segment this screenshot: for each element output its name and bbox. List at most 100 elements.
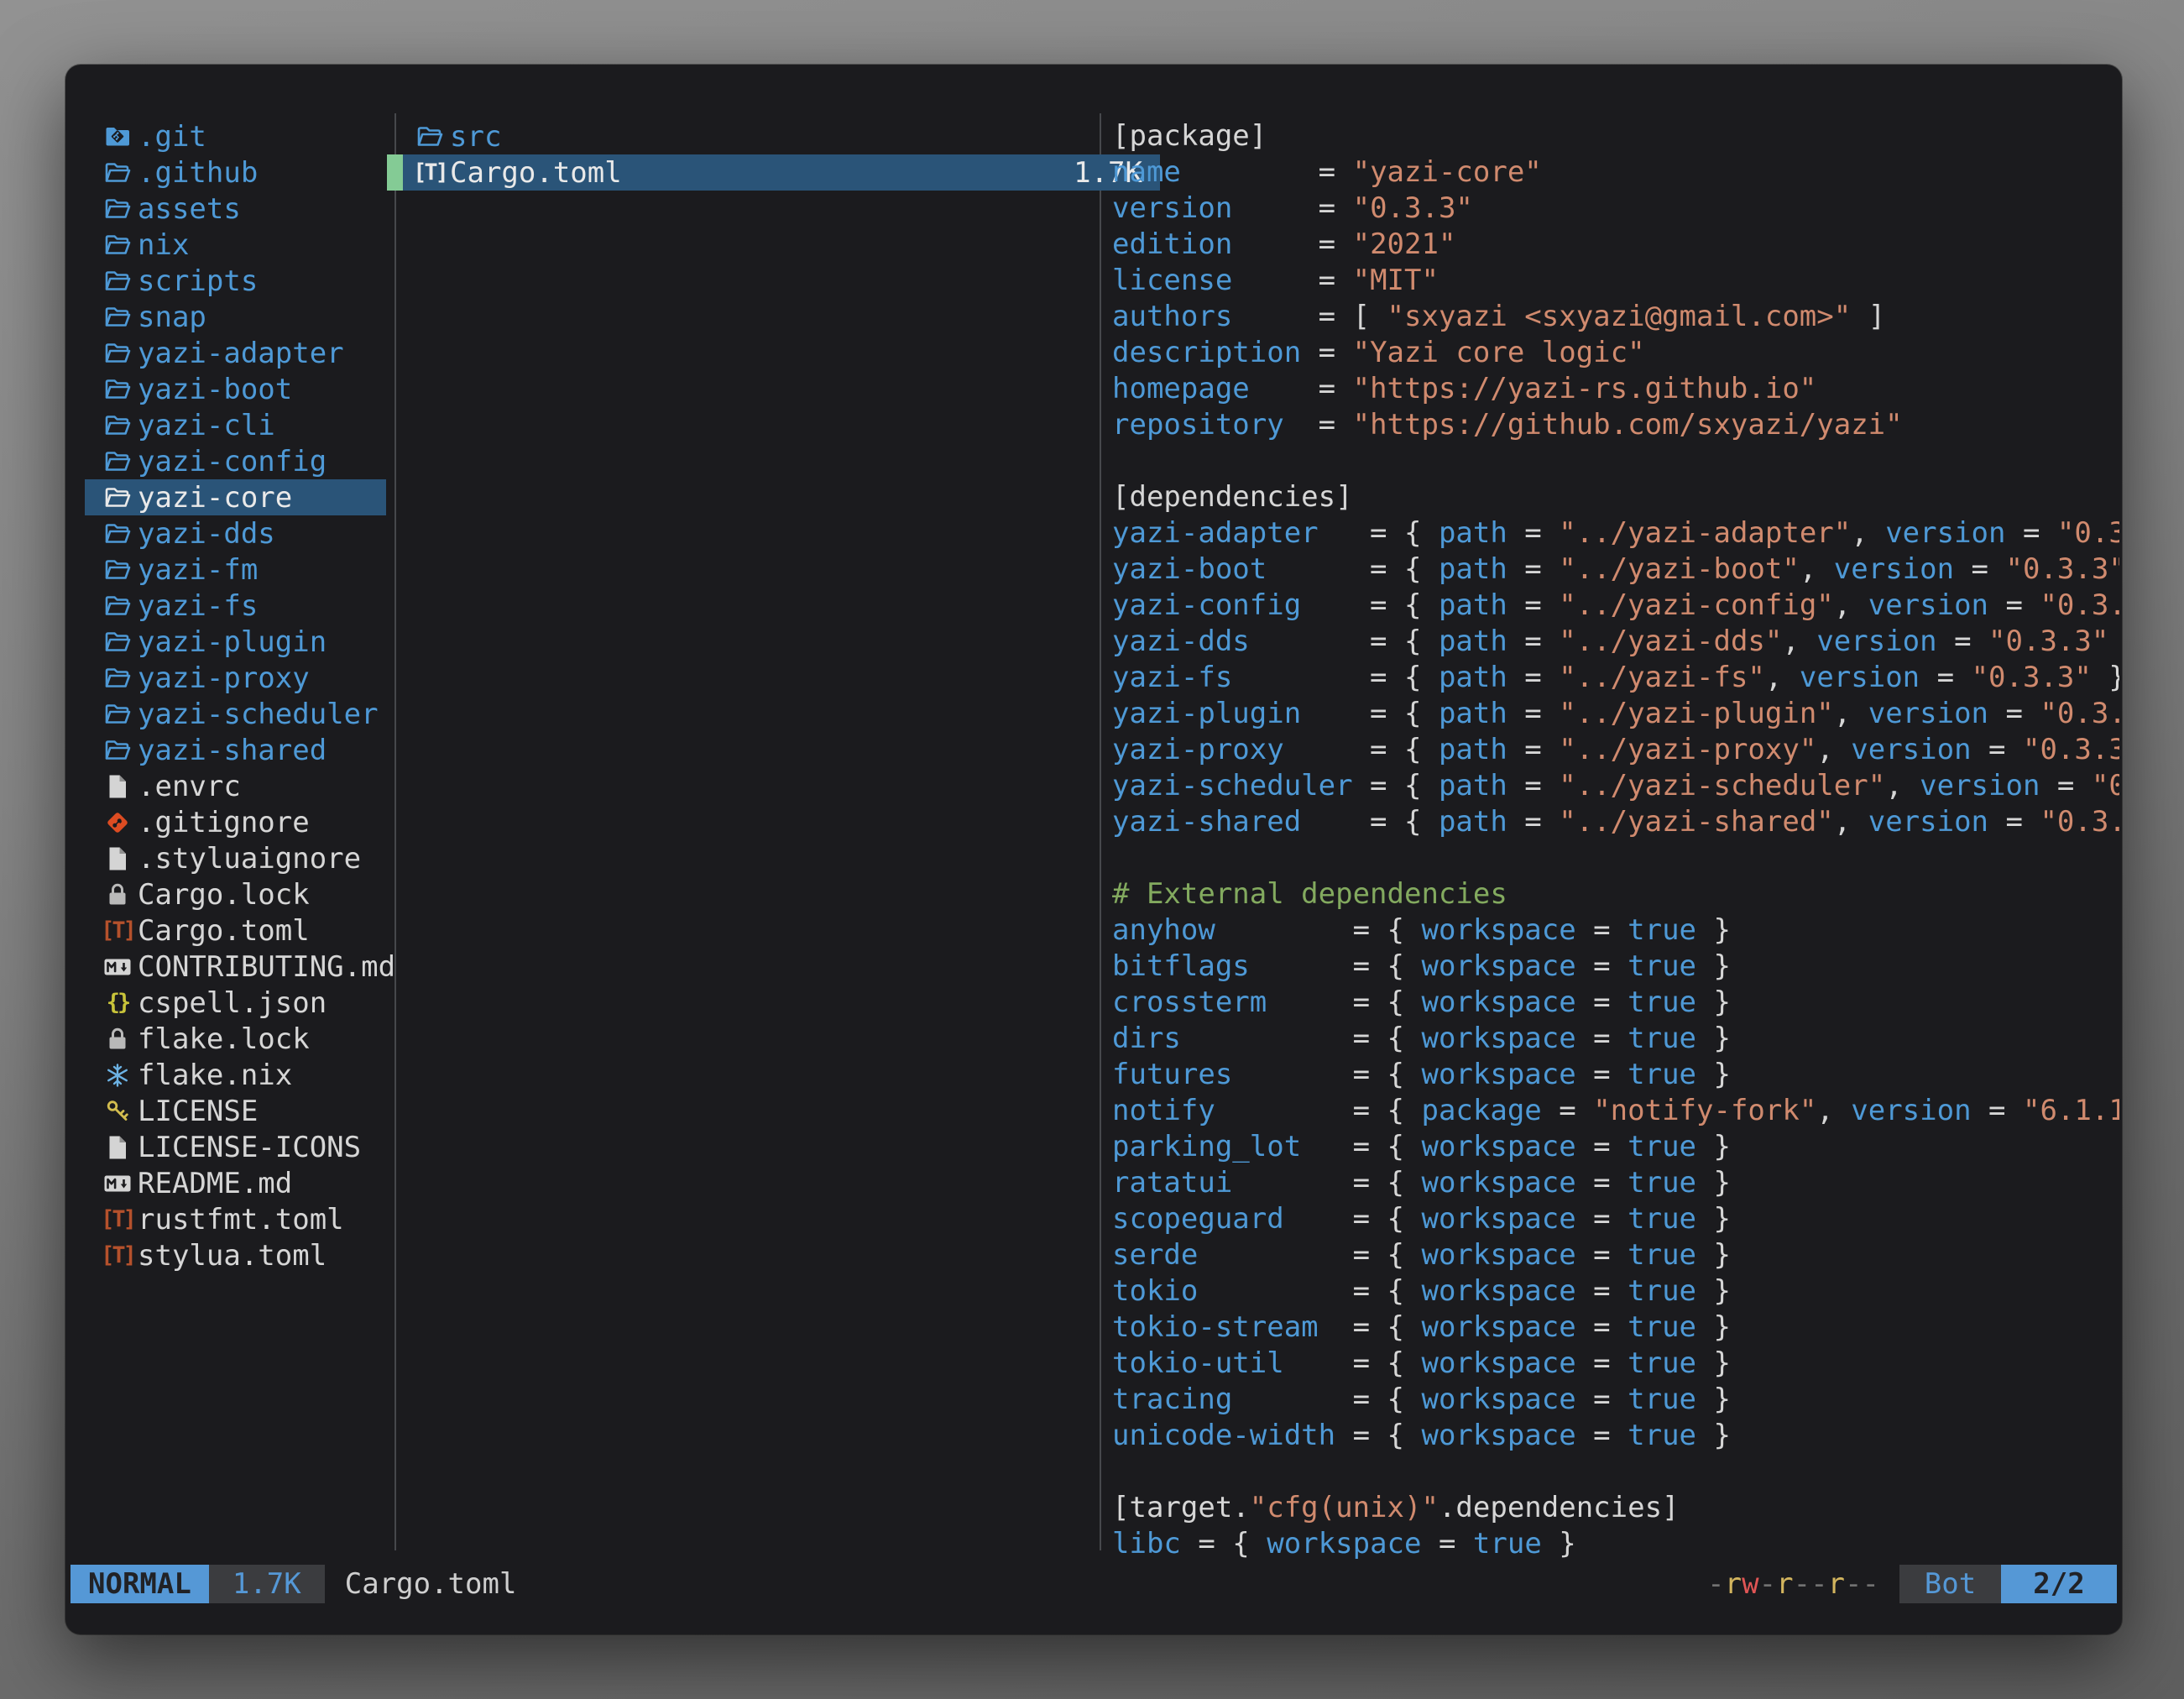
code-segment: yazi-fs bbox=[1112, 661, 1232, 694]
parent-item--git[interactable]: .git bbox=[85, 118, 386, 154]
mode-badge: NORMAL bbox=[71, 1565, 209, 1603]
parent-item-yazi-fs[interactable]: yazi-fs bbox=[85, 588, 386, 624]
parent-item-yazi-boot[interactable]: yazi-boot bbox=[85, 371, 386, 407]
parent-item-flake-lock[interactable]: flake.lock bbox=[85, 1021, 386, 1057]
code-segment: "../yazi-fs" bbox=[1559, 661, 1765, 694]
parent-item-stylua-toml[interactable]: [T]stylua.toml bbox=[85, 1237, 386, 1273]
parent-item-readme-md[interactable]: README.md bbox=[85, 1165, 386, 1201]
code-segment: yazi-plugin bbox=[1112, 697, 1301, 730]
parent-item-license-icons[interactable]: LICENSE-ICONS bbox=[85, 1129, 386, 1165]
file-label: yazi-scheduler bbox=[138, 698, 379, 731]
code-segment: path bbox=[1439, 625, 1507, 658]
parent-item--gitignore[interactable]: .gitignore bbox=[85, 804, 386, 840]
code-segment: = { bbox=[1353, 769, 1439, 802]
code-segment: = { bbox=[1284, 1346, 1422, 1380]
file-icon bbox=[103, 1132, 132, 1163]
code-segment: = bbox=[1576, 1383, 1628, 1416]
current-item-src[interactable]: src bbox=[387, 118, 1160, 154]
parent-item-scripts[interactable]: scripts bbox=[85, 263, 386, 299]
code-line: [package] bbox=[1112, 118, 2119, 154]
parent-item-yazi-scheduler[interactable]: yazi-scheduler bbox=[85, 696, 386, 732]
code-segment: = bbox=[1937, 625, 1988, 658]
code-segment: true bbox=[1628, 949, 1696, 983]
code-line: ratatui = { workspace = true } bbox=[1112, 1165, 2119, 1201]
code-segment: version bbox=[1112, 191, 1232, 225]
parent-item-snap[interactable]: snap bbox=[85, 299, 386, 335]
code-segment: = bbox=[1507, 769, 1559, 802]
code-line: futures = { workspace = true } bbox=[1112, 1057, 2119, 1093]
code-line: bitflags = { workspace = true } bbox=[1112, 949, 2119, 985]
code-segment: = { bbox=[1267, 552, 1439, 586]
parent-item-cspell-json[interactable]: {}cspell.json bbox=[85, 985, 386, 1021]
parent-item-yazi-fm[interactable]: yazi-fm bbox=[85, 552, 386, 588]
code-segment: "../yazi-plugin" bbox=[1559, 697, 1834, 730]
parent-item-yazi-core[interactable]: yazi-core bbox=[85, 479, 386, 515]
code-segment: path bbox=[1439, 697, 1507, 730]
code-segment: = { bbox=[1250, 625, 1439, 658]
code-segment: = bbox=[1507, 552, 1559, 586]
parent-item--envrc[interactable]: .envrc bbox=[85, 768, 386, 804]
code-segment: workspace bbox=[1421, 1419, 1575, 1452]
code-segment: = bbox=[1576, 1419, 1628, 1452]
parent-item-assets[interactable]: assets bbox=[85, 191, 386, 227]
parent-item-yazi-plugin[interactable]: yazi-plugin bbox=[85, 624, 386, 660]
parent-item-nix[interactable]: nix bbox=[85, 227, 386, 263]
code-segment: true bbox=[1628, 1022, 1696, 1055]
code-segment: = { bbox=[1319, 516, 1439, 550]
parent-item-cargo-toml[interactable]: [T]Cargo.toml bbox=[85, 912, 386, 949]
code-segment: , bbox=[1816, 1094, 1851, 1127]
code-segment: "../yazi-dds" bbox=[1559, 625, 1782, 658]
code-segment: = { bbox=[1284, 733, 1439, 766]
code-segment: , bbox=[1885, 769, 1920, 802]
code-segment: = bbox=[1507, 625, 1559, 658]
code-segment: name bbox=[1112, 155, 1181, 189]
code-segment: = bbox=[1507, 661, 1559, 694]
file-label: Cargo.lock bbox=[138, 878, 310, 912]
parent-item-license[interactable]: LICENSE bbox=[85, 1093, 386, 1129]
parent-item--styluaignore[interactable]: .styluaignore bbox=[85, 840, 386, 876]
file-label: flake.nix bbox=[138, 1059, 292, 1092]
parent-item-contributing-md[interactable]: CONTRIBUTING.md bbox=[85, 949, 386, 985]
parent-item-yazi-adapter[interactable]: yazi-adapter bbox=[85, 335, 386, 371]
parent-item-rustfmt-toml[interactable]: [T]rustfmt.toml bbox=[85, 1201, 386, 1237]
code-segment: tokio-util bbox=[1112, 1346, 1284, 1380]
code-segment: = bbox=[1972, 733, 2023, 766]
parent-item-yazi-dds[interactable]: yazi-dds bbox=[85, 515, 386, 552]
code-segment: = bbox=[1576, 1022, 1628, 1055]
scroll-position-badge: Bot bbox=[1899, 1565, 2001, 1603]
code-segment: authors bbox=[1112, 300, 1232, 333]
code-segment: workspace bbox=[1421, 1130, 1575, 1163]
code-segment: true bbox=[1628, 1419, 1696, 1452]
code-segment: description bbox=[1112, 336, 1301, 369]
code-segment: path bbox=[1439, 733, 1507, 766]
code-segment: workspace bbox=[1421, 1166, 1575, 1200]
parent-item-cargo-lock[interactable]: Cargo.lock bbox=[85, 876, 386, 912]
pane-divider-right bbox=[1100, 113, 1101, 1550]
code-segment: workspace bbox=[1421, 1058, 1575, 1091]
folder-open-icon bbox=[103, 266, 132, 296]
current-item-cargo-toml[interactable]: [T]Cargo.toml1.7K bbox=[387, 154, 1160, 191]
code-segment: } bbox=[1696, 985, 1731, 1019]
code-segment: } bbox=[1696, 1058, 1731, 1091]
code-line bbox=[1112, 443, 2119, 479]
code-segment: "https://github.com/sxyazi/yazi" bbox=[1353, 408, 1903, 442]
code-segment: version bbox=[1868, 805, 1988, 839]
parent-item-yazi-cli[interactable]: yazi-cli bbox=[85, 407, 386, 443]
parent-item-yazi-config[interactable]: yazi-config bbox=[85, 443, 386, 479]
code-line: yazi-fs = { path = "../yazi-fs", version… bbox=[1112, 660, 2119, 696]
code-segment: "../yazi-boot" bbox=[1559, 552, 1800, 586]
code-segment: "2021" bbox=[1353, 227, 1456, 261]
code-segment: = bbox=[1576, 1274, 1628, 1308]
code-segment: = bbox=[1576, 1310, 1628, 1344]
parent-item-yazi-proxy[interactable]: yazi-proxy bbox=[85, 660, 386, 696]
git-folder-icon bbox=[103, 122, 132, 152]
parent-item-yazi-shared[interactable]: yazi-shared bbox=[85, 732, 386, 768]
code-line: # External dependencies bbox=[1112, 876, 2119, 912]
parent-item-flake-nix[interactable]: flake.nix bbox=[85, 1057, 386, 1093]
code-segment: notify bbox=[1112, 1094, 1215, 1127]
code-segment: "../yazi-adapter" bbox=[1559, 516, 1851, 550]
file-label: CONTRIBUTING.md bbox=[138, 950, 395, 984]
parent-item--github[interactable]: .github bbox=[85, 154, 386, 191]
code-line: homepage = "https://yazi-rs.github.io" bbox=[1112, 371, 2119, 407]
code-line: yazi-scheduler = { path = "../yazi-sched… bbox=[1112, 768, 2119, 804]
